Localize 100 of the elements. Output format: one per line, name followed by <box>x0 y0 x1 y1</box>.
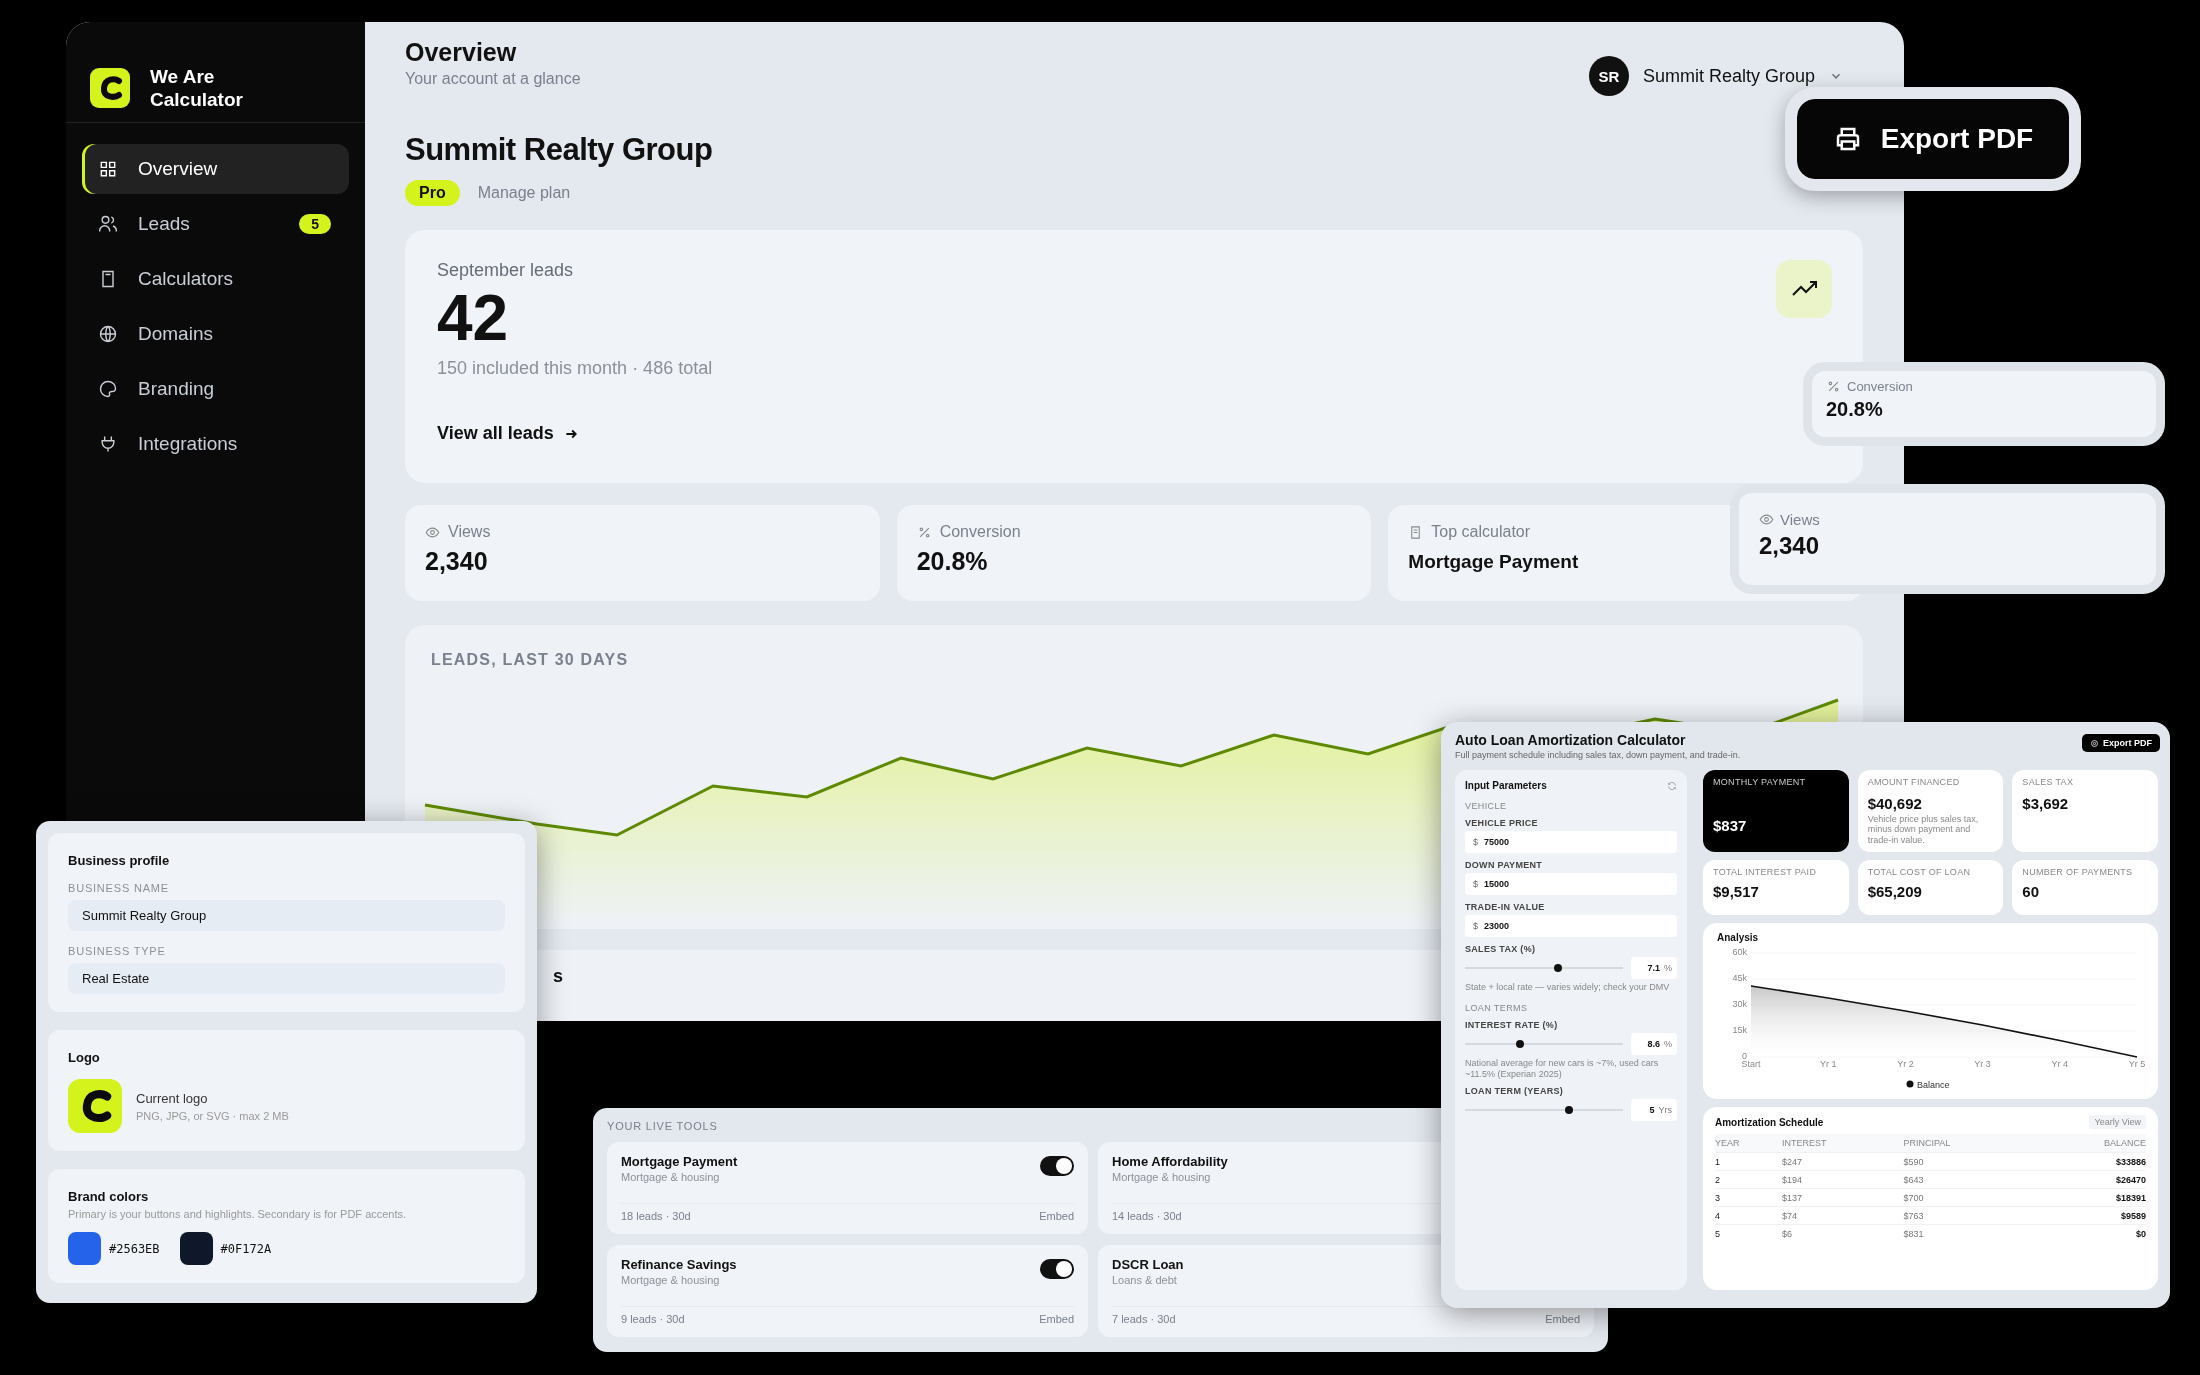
metric-label: TOTAL INTEREST PAID <box>1713 867 1818 877</box>
nav-item[interactable]: Overview <box>82 144 349 194</box>
palette-icon <box>98 379 118 399</box>
table-cell: 3 <box>1715 1188 1782 1207</box>
axis-tick-label: Yr 5 <box>2128 1059 2146 1069</box>
tool-category: Mortgage & housing <box>621 1274 721 1286</box>
input-field[interactable]: $ 23000 <box>1465 915 1677 937</box>
legend-dot <box>1906 1080 1914 1088</box>
table-cell: 5 <box>1715 1224 1782 1242</box>
field-label: INTEREST RATE (%) <box>1465 1019 1559 1030</box>
tool-stats: 18 leads · 30d <box>621 1210 691 1222</box>
field-hint: State + local rate — varies widely; check your DMV <box>1465 982 1671 993</box>
table-cell: $9589 <box>2031 1206 2146 1225</box>
nav-item[interactable]: Calculators <box>82 254 349 304</box>
embed-link[interactable]: Embed <box>1039 1313 1074 1325</box>
avatar: SR <box>1588 56 1629 96</box>
tool-stats: 7 leads · 30d <box>1112 1313 1176 1325</box>
tool-stats: 14 leads · 30d <box>1112 1210 1182 1222</box>
section-title: YOUR LIVE TOOLS <box>607 1120 719 1132</box>
axis-tick-label: Yr 2 <box>1897 1059 1914 1069</box>
axis-tick-label: Yr 4 <box>2051 1059 2069 1069</box>
color-swatch[interactable] <box>179 1232 213 1265</box>
metric-label: NUMBER OF PAYMENTS <box>2022 867 2134 877</box>
field-label: BUSINESS NAME <box>68 882 170 894</box>
tool-name: DSCR Loan <box>1112 1257 1184 1272</box>
embed-link[interactable]: Embed <box>1545 1313 1580 1325</box>
view-all-link[interactable]: View all leads <box>437 423 578 445</box>
card-label: September leads <box>437 260 575 281</box>
embed-link[interactable]: Embed <box>1039 1210 1074 1222</box>
section-hint: Primary is your buttons and highlights. Secondary is for PDF accents. <box>68 1208 408 1220</box>
metric-value: $837 <box>1713 817 1748 834</box>
section-label: LOAN TERMS <box>1465 1002 1529 1013</box>
lead-count: 42 <box>437 285 509 353</box>
input-field[interactable]: Summit Realty Group <box>68 900 505 931</box>
metric-note: Vehicle price plus sales tax, minus down payment and trade-in value. <box>1867 814 1980 846</box>
section-title: Logo <box>68 1050 101 1065</box>
table-cell: 4 <box>1715 1206 1782 1225</box>
axis-tick-label: Yr 1 <box>1819 1059 1837 1069</box>
logo-icon <box>68 1079 122 1133</box>
metric-label: SALES TAX <box>2022 777 2075 787</box>
tool-category: Mortgage & housing <box>621 1171 721 1183</box>
value-field[interactable]: 8.6 % <box>1631 1032 1677 1055</box>
table-cell: $590 <box>1903 1152 2032 1171</box>
metric-label: MONTHLY PAYMENT <box>1713 777 1807 787</box>
metric-label: TOTAL COST OF LOAN <box>1867 867 1972 877</box>
table-cell: $643 <box>1903 1170 2032 1189</box>
stat-value: Mortgage Payment <box>1408 551 1580 573</box>
toggle-switch[interactable] <box>1040 1156 1074 1176</box>
stat-value: 2,340 <box>1759 532 1821 560</box>
account-name: Summit Realty Group <box>405 132 713 168</box>
axis-tick-label: 0 <box>1742 1051 1747 1061</box>
field-label: LOAN TERM (YEARS) <box>1465 1086 1565 1097</box>
stat-label: Views <box>448 523 491 541</box>
export-pdf-button[interactable]: Export PDF <box>2082 734 2160 752</box>
field-label: SALES TAX (%) <box>1465 944 1537 954</box>
stat-value: 20.8% <box>1826 398 1884 421</box>
nav-item[interactable]: Domains <box>82 309 349 359</box>
chart-title: LEADS, LAST 30 DAYS <box>431 651 629 669</box>
table-cell: $0 <box>2031 1224 2146 1242</box>
tool-category: Loans & debt <box>1112 1274 1178 1286</box>
calculator-subtitle: Full payment schedule including sales tax, down payment, and trade-in. <box>1455 750 1741 760</box>
tool-category: Mortgage & housing <box>1112 1171 1212 1183</box>
value-field[interactable]: 5 Yrs <box>1631 1099 1677 1122</box>
nav-item[interactable]: Leads 5 <box>82 199 349 249</box>
axis-tick-label: 45k <box>1732 973 1747 983</box>
card-title: Amortization Schedule <box>1715 1116 1824 1128</box>
table-cell: $6 <box>1781 1224 1904 1242</box>
column-header: BALANCE <box>2031 1134 2146 1153</box>
metric-value: $9,517 <box>1713 883 1760 900</box>
slider-thumb[interactable] <box>1516 1039 1525 1048</box>
table-cell: $26470 <box>2031 1170 2146 1189</box>
metric-value: 60 <box>2022 883 2040 900</box>
value-field[interactable]: 7.1 % <box>1631 957 1677 979</box>
section-title: Business profile <box>68 853 171 868</box>
stat-label: Conversion <box>939 523 1021 541</box>
nav-item[interactable]: Integrations <box>82 419 349 469</box>
input-field[interactable]: $ 15000 <box>1465 873 1677 895</box>
toggle-switch[interactable] <box>1040 1259 1074 1279</box>
plug-icon <box>98 434 118 454</box>
column-header: PRINCIPAL <box>1903 1134 2032 1153</box>
input-field[interactable]: Real Estate <box>68 963 505 994</box>
table-cell: $194 <box>1781 1170 1904 1189</box>
section-label: VEHICLE <box>1465 801 1508 811</box>
metric-value: $65,209 <box>1867 883 1923 900</box>
tool-name: Mortgage Payment <box>621 1154 738 1169</box>
slider-thumb[interactable] <box>1554 964 1563 972</box>
axis-tick-label: Start <box>1741 1059 1761 1069</box>
metric-label: AMOUNT FINANCED <box>1867 777 1961 787</box>
count-badge: 5 <box>299 214 331 234</box>
nav-item[interactable]: Branding <box>82 364 349 414</box>
field-label: BUSINESS TYPE <box>68 945 167 957</box>
input-field[interactable]: $ 75000 <box>1465 831 1677 853</box>
eye-icon <box>425 524 440 540</box>
color-swatch[interactable] <box>68 1232 101 1265</box>
card-text: s <box>553 966 563 986</box>
slider-thumb[interactable] <box>1565 1106 1574 1115</box>
brand-name: We Are Calculator <box>150 64 244 111</box>
stat-value: 2,340 <box>425 547 489 576</box>
globe-icon <box>98 324 118 344</box>
tool-stats: 9 leads · 30d <box>621 1313 685 1325</box>
